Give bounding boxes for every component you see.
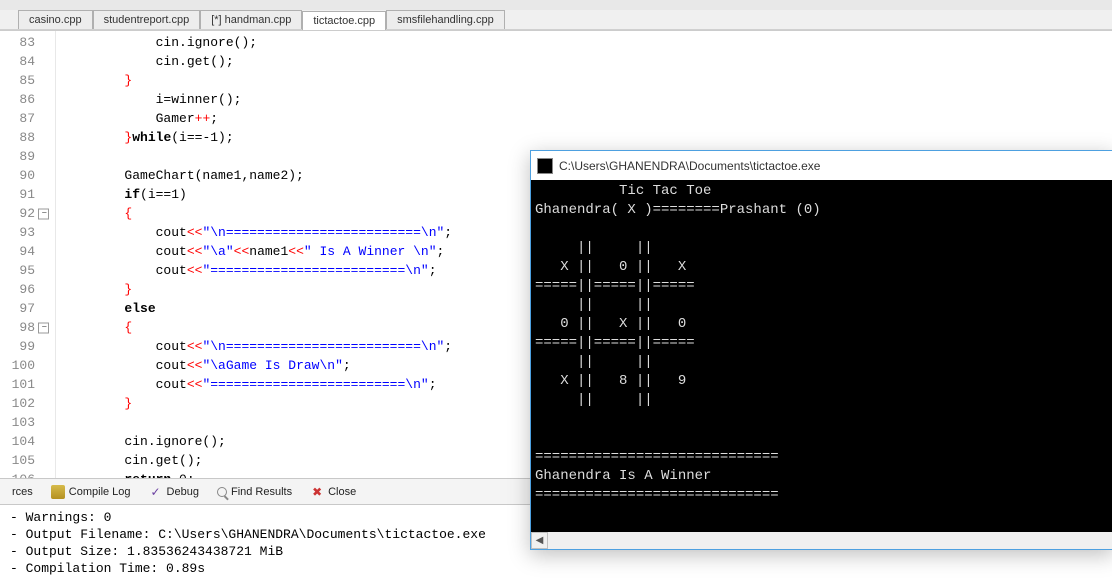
close-icon xyxy=(310,485,324,499)
console-app-icon xyxy=(537,158,553,174)
compile-log-icon xyxy=(51,485,65,499)
scroll-track[interactable] xyxy=(548,532,1112,549)
console-window[interactable]: C:\Users\GHANENDRA\Documents\tictactoe.e… xyxy=(530,150,1112,550)
tab-handman[interactable]: [*] handman.cpp xyxy=(200,10,302,29)
tab-compile-log[interactable]: Compile Log xyxy=(43,483,139,501)
tab-resources[interactable]: rces xyxy=(4,484,41,500)
find-icon xyxy=(217,487,227,497)
tab-studentreport[interactable]: studentreport.cpp xyxy=(93,10,201,29)
debug-icon xyxy=(149,485,163,499)
output-line: - Compilation Time: 0.89s xyxy=(10,560,1102,577)
console-titlebar[interactable]: C:\Users\GHANENDRA\Documents\tictactoe.e… xyxy=(531,151,1112,180)
tab-find-results[interactable]: Find Results xyxy=(209,484,300,500)
top-toolbar-strip xyxy=(0,0,1112,10)
tab-tictactoe[interactable]: tictactoe.cpp xyxy=(302,11,386,30)
tab-smsfilehandling[interactable]: smsfilehandling.cpp xyxy=(386,10,505,29)
console-horizontal-scrollbar[interactable]: ◀ xyxy=(531,532,1112,549)
line-number-gutter: 83 84 85 86 87 88 89 90 91 92 93 94 95 9… xyxy=(0,31,56,478)
editor-tab-bar: casino.cpp studentreport.cpp [*] handman… xyxy=(0,10,1112,30)
console-output: Tic Tac Toe Ghanendra( X )========Prasha… xyxy=(531,180,1112,532)
tab-close[interactable]: Close xyxy=(302,483,364,501)
console-title: C:\Users\GHANENDRA\Documents\tictactoe.e… xyxy=(559,159,820,173)
scroll-left-arrow[interactable]: ◀ xyxy=(531,532,548,549)
tab-casino[interactable]: casino.cpp xyxy=(18,10,93,29)
tab-debug[interactable]: Debug xyxy=(141,483,207,501)
